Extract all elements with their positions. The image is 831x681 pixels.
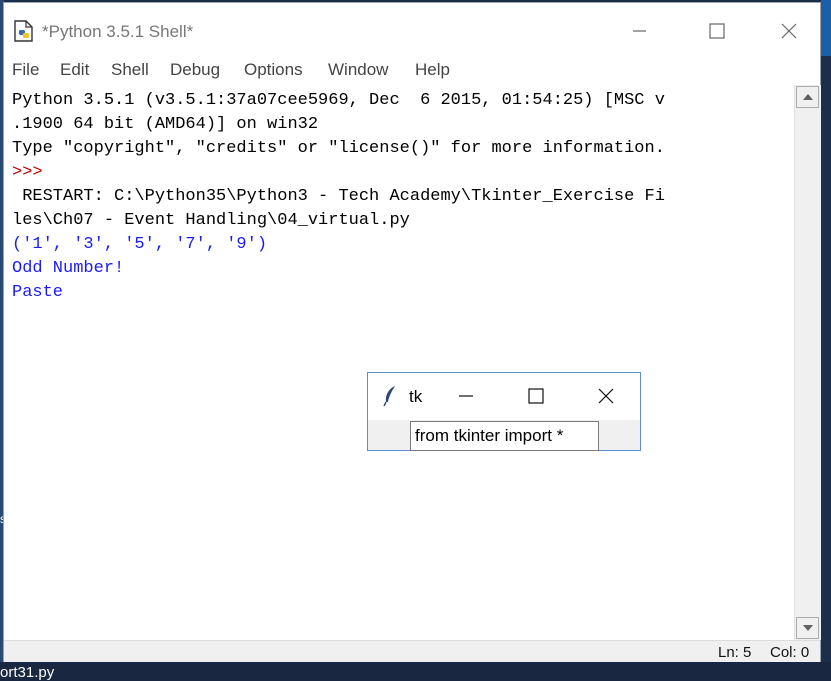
tk-close-icon[interactable] bbox=[596, 386, 616, 406]
python-idle-icon bbox=[14, 20, 33, 42]
shell-line-help: Type "copyright", "credits" or "license(… bbox=[12, 139, 665, 158]
scroll-up-icon bbox=[803, 94, 813, 100]
menu-shell[interactable]: Shell bbox=[111, 60, 149, 80]
shell-line-banner: Python 3.5.1 (v3.5.1:37a07cee5969, Dec 6… bbox=[12, 91, 665, 110]
menu-window[interactable]: Window bbox=[328, 60, 388, 80]
status-bar: Ln: 5 Col: 0 bbox=[4, 640, 820, 663]
menu-help[interactable]: Help bbox=[415, 60, 450, 80]
scroll-down-icon bbox=[803, 625, 813, 631]
tk-window[interactable]: tk from tkinter import * bbox=[367, 372, 641, 451]
shell-output-odd: Odd Number! bbox=[12, 259, 125, 278]
tk-window-title: tk bbox=[409, 387, 423, 406]
desktop-taskbar-area bbox=[0, 662, 831, 681]
menu-file[interactable]: File bbox=[12, 60, 39, 80]
shell-prompt: >>> bbox=[12, 163, 53, 182]
tk-maximize-icon[interactable] bbox=[526, 386, 546, 406]
tk-minimize-icon[interactable] bbox=[456, 386, 476, 406]
shell-output-tuple: ('1', '3', '5', '7', '9') bbox=[12, 235, 268, 254]
vertical-scrollbar[interactable] bbox=[794, 85, 821, 640]
shell-line-restart-2: les\Ch07 - Event Handling\04_virtual.py bbox=[12, 211, 421, 230]
python-shell-window[interactable]: *Python 3.5.1 Shell* File Edit Shell Deb… bbox=[3, 2, 821, 663]
menu-options[interactable]: Options bbox=[244, 60, 303, 80]
shell-line-restart: RESTART: C:\Python35\Python3 - Tech Acad… bbox=[12, 187, 665, 206]
desktop-file-label: ort31.py bbox=[0, 664, 55, 681]
menu-edit[interactable]: Edit bbox=[60, 60, 89, 80]
title-bar[interactable]: *Python 3.5.1 Shell* bbox=[4, 3, 820, 55]
shell-output-paste: Paste bbox=[12, 283, 64, 302]
desktop-strip bbox=[821, 0, 831, 56]
tk-feather-icon bbox=[383, 386, 395, 407]
scroll-down-button[interactable] bbox=[796, 617, 819, 639]
scroll-up-button[interactable] bbox=[796, 86, 819, 108]
tk-title-bar[interactable]: tk bbox=[368, 373, 640, 420]
tk-entry-field[interactable]: from tkinter import * bbox=[410, 421, 599, 451]
minimize-icon[interactable] bbox=[616, 13, 662, 49]
status-column: Col: 0 bbox=[770, 644, 810, 661]
maximize-icon[interactable] bbox=[694, 13, 740, 49]
shell-text-area[interactable]: Python 3.5.1 (v3.5.1:37a07cee5969, Dec 6… bbox=[4, 85, 794, 640]
shell-line-banner-2: .1900 64 bit (AMD64)] on win32 bbox=[12, 115, 319, 134]
status-line: Ln: 5 bbox=[718, 644, 752, 661]
menu-debug[interactable]: Debug bbox=[170, 60, 220, 80]
menu-bar: File Edit Shell Debug Options Window Hel… bbox=[4, 55, 820, 84]
close-icon[interactable] bbox=[766, 13, 812, 49]
window-title: *Python 3.5.1 Shell* bbox=[42, 22, 194, 41]
